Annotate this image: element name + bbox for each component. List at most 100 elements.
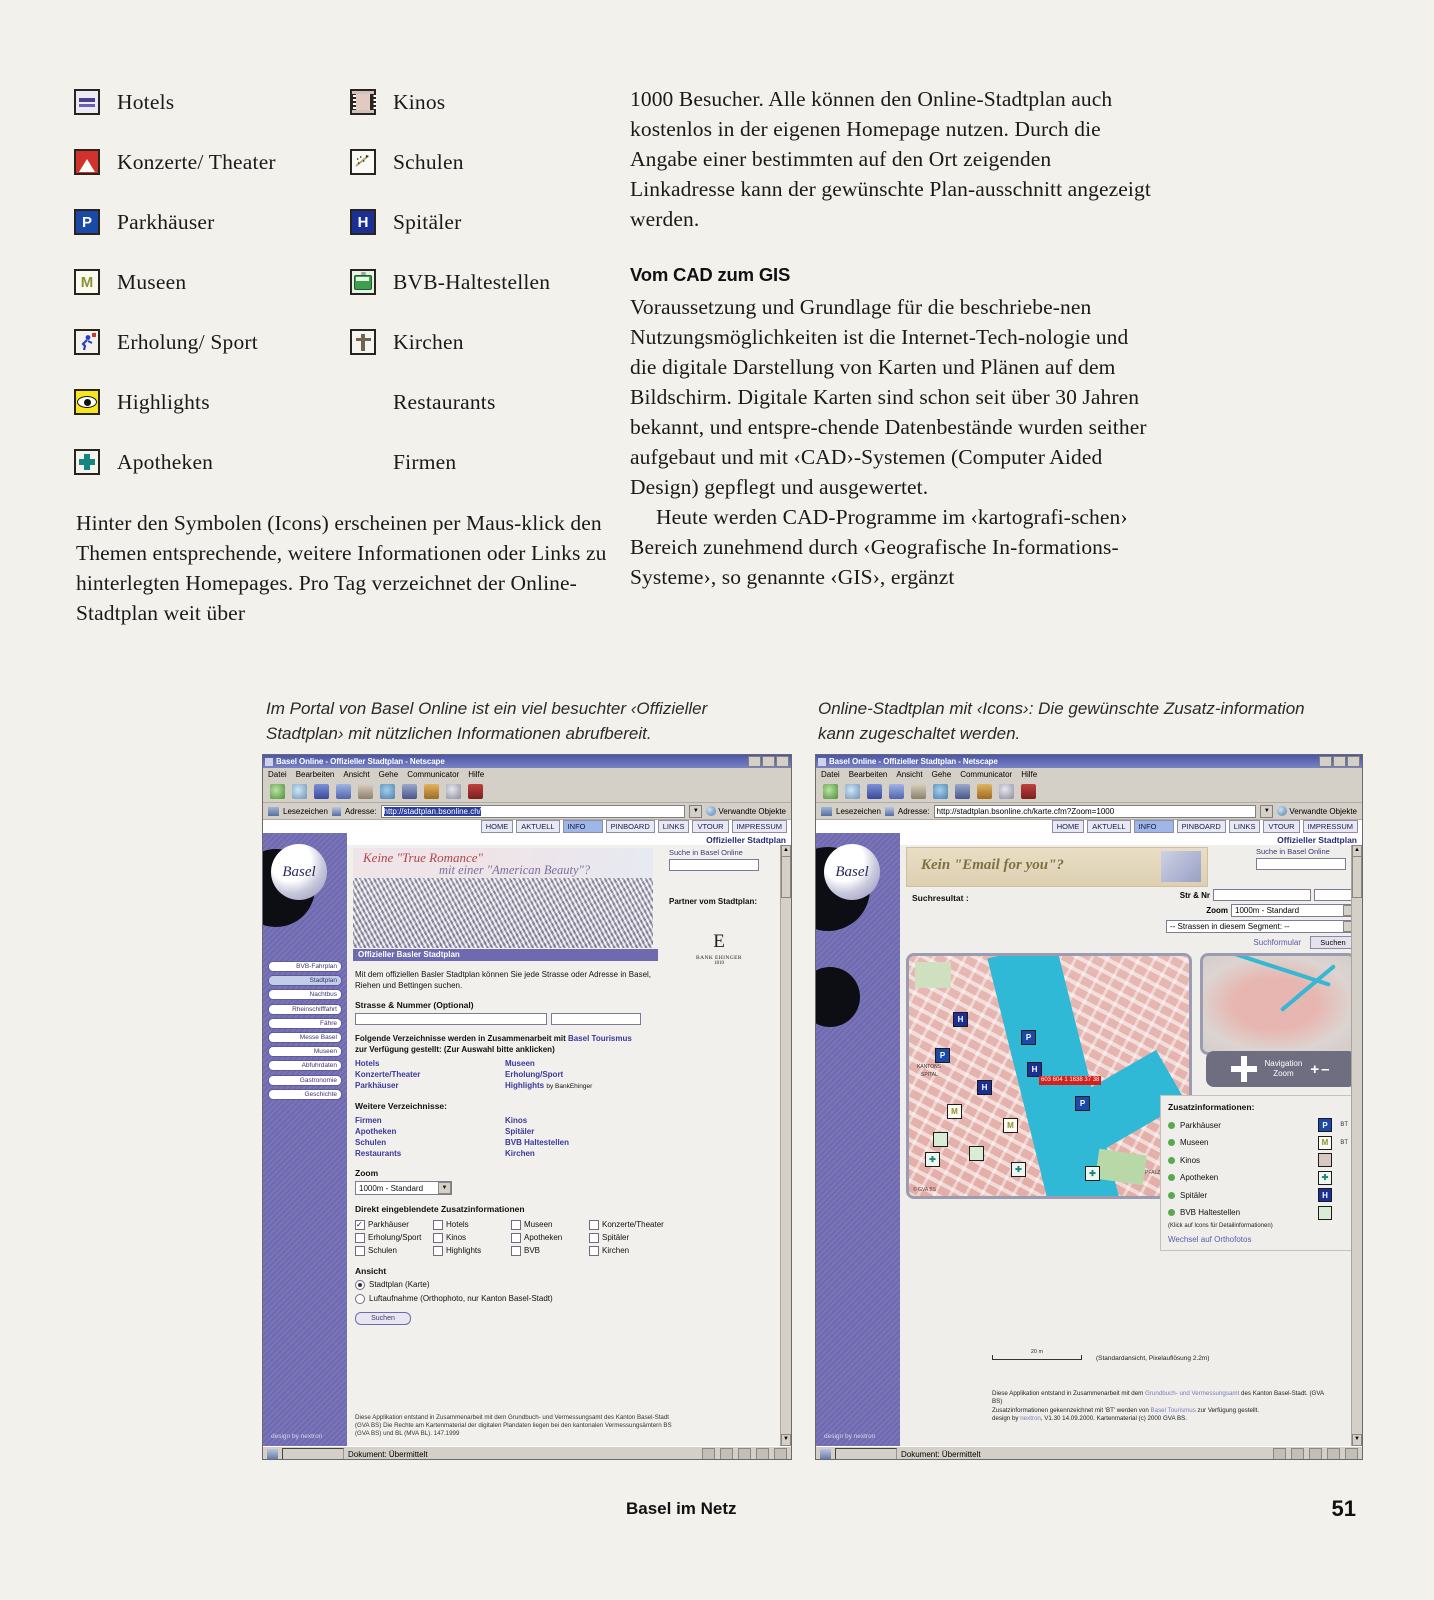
nav-info[interactable]: INFO: [1133, 820, 1174, 833]
security-lock-icon[interactable]: [977, 784, 992, 799]
link-spitaeler[interactable]: Spitäler: [505, 1126, 655, 1137]
checkbox-konzerte-theater[interactable]: Konzerte/Theater: [589, 1218, 670, 1231]
zoom-in-button[interactable]: +: [1310, 1061, 1321, 1078]
reload-icon[interactable]: [867, 784, 882, 799]
segment-select[interactable]: -- Strassen in diesem Segment: --: [1166, 920, 1356, 933]
checkbox-box[interactable]: [511, 1245, 521, 1256]
nav-links[interactable]: LINKS: [657, 820, 690, 833]
checkbox-box[interactable]: [511, 1219, 521, 1230]
checkbox-box[interactable]: [511, 1232, 521, 1243]
netscape-guide-icon[interactable]: [933, 784, 948, 799]
mail-icon[interactable]: [702, 1448, 715, 1459]
map-pharmacy-icon[interactable]: ✚: [1085, 1166, 1100, 1181]
bookmarks-label[interactable]: Lesezeichen: [283, 807, 328, 816]
stop-icon[interactable]: [468, 784, 483, 799]
mail-icon[interactable]: [1273, 1448, 1286, 1459]
menu-gehe[interactable]: Gehe: [379, 770, 399, 779]
window-buttons[interactable]: [748, 756, 789, 767]
menu-datei[interactable]: Datei: [821, 770, 840, 779]
checkbox-box[interactable]: [589, 1232, 599, 1243]
netscape-guide-icon[interactable]: [380, 784, 395, 799]
nav-home[interactable]: HOME: [1051, 820, 1085, 833]
sidebar-item-faehre[interactable]: Fähre: [268, 1017, 342, 1029]
composer-icon[interactable]: [1327, 1448, 1340, 1459]
security-icon[interactable]: [1345, 1448, 1358, 1459]
menu-hilfe[interactable]: Hilfe: [468, 770, 484, 779]
shop-icon[interactable]: [446, 784, 461, 799]
scroll-thumb[interactable]: [781, 856, 791, 898]
sidebar-item-abfuhrdaten[interactable]: Abfuhrdaten: [268, 1060, 342, 1072]
advertising-banner[interactable]: Keine "True Romance" mit einer "American…: [353, 848, 653, 878]
checkbox-kirchen[interactable]: Kirchen: [589, 1244, 670, 1257]
link-kirchen[interactable]: Kirchen: [505, 1148, 655, 1159]
address-book-icon[interactable]: [1309, 1448, 1322, 1459]
nav-aktuell[interactable]: AKTUELL: [1087, 820, 1131, 833]
search-form-link[interactable]: Suchformular: [1253, 938, 1301, 947]
newsgroup-icon[interactable]: [1291, 1448, 1304, 1459]
city-map[interactable]: H P P H H M M ✚ ✚ ✚ P 603 604 1 1638 37 …: [906, 953, 1192, 1199]
sidebar-item-stadtplan[interactable]: Stadtplan: [268, 975, 342, 987]
checkbox-apotheken[interactable]: Apotheken: [511, 1231, 589, 1244]
map-museum-m-icon[interactable]: M: [947, 1104, 962, 1119]
tram-icon[interactable]: [1318, 1205, 1332, 1220]
home-icon[interactable]: [336, 784, 351, 799]
map-hospital-h-icon[interactable]: H: [977, 1080, 992, 1095]
bookmark-icon[interactable]: [821, 806, 832, 816]
extra-item-spitaeler[interactable]: Spitäler H: [1168, 1188, 1348, 1202]
stop-icon[interactable]: [1021, 784, 1036, 799]
shop-icon[interactable]: [999, 784, 1014, 799]
sidebar-item-rheinschifffahrt[interactable]: Rheinschifffahrt: [268, 1003, 342, 1015]
link-parkhaeuser[interactable]: Parkhäuser: [355, 1080, 505, 1091]
parking-p-icon[interactable]: P: [1318, 1118, 1332, 1132]
hospital-h-icon[interactable]: H: [1318, 1188, 1332, 1202]
checkbox-box[interactable]: [355, 1232, 365, 1243]
checkbox-box[interactable]: [433, 1219, 443, 1230]
newsgroup-icon[interactable]: [720, 1448, 733, 1459]
bookmark-icon[interactable]: [268, 806, 279, 816]
bookmarks-label[interactable]: Lesezeichen: [836, 807, 881, 816]
radio-button[interactable]: [355, 1293, 365, 1304]
address-book-icon[interactable]: [738, 1448, 751, 1459]
link-kinos[interactable]: Kinos: [505, 1115, 655, 1126]
link-museen[interactable]: Museen: [505, 1058, 655, 1069]
checkbox-bvb[interactable]: BVB: [511, 1244, 589, 1257]
menu-datei[interactable]: Datei: [268, 770, 287, 779]
map-pharmacy-icon[interactable]: ✚: [1011, 1162, 1026, 1177]
nav-pinboard[interactable]: PINBOARD: [1176, 820, 1226, 833]
site-search-input[interactable]: [1256, 858, 1346, 870]
link-schulen[interactable]: Schulen: [355, 1137, 505, 1148]
menu-bearbeiten[interactable]: Bearbeiten: [296, 770, 335, 779]
forward-icon[interactable]: [292, 784, 307, 799]
nav-vtour[interactable]: VTOUR: [692, 820, 729, 833]
nav-impressum[interactable]: IMPRESSUM: [731, 820, 787, 833]
sidebar-item-gastronomie[interactable]: Gastronomie: [268, 1074, 342, 1086]
submit-search-button[interactable]: Suchen: [355, 1312, 411, 1325]
map-parking-p-icon[interactable]: P: [935, 1048, 950, 1063]
nav-links[interactable]: LINKS: [1228, 820, 1261, 833]
reload-icon[interactable]: [314, 784, 329, 799]
extra-item-museen[interactable]: Museen M BT: [1168, 1135, 1348, 1150]
map-hospital-h-icon[interactable]: H: [953, 1012, 968, 1027]
search-icon[interactable]: [358, 784, 373, 799]
security-lock-icon[interactable]: [424, 784, 439, 799]
link-highlights[interactable]: Highlights by BankEhinger: [505, 1080, 655, 1092]
site-search-input[interactable]: [669, 859, 759, 871]
gva-link[interactable]: Grundbuch- und Vermessungsamt: [1145, 1390, 1239, 1397]
related-objects[interactable]: Verwandte Objekte: [706, 806, 786, 816]
close-button[interactable]: [1347, 756, 1360, 767]
link-firmen[interactable]: Firmen: [355, 1115, 505, 1126]
number-input[interactable]: [551, 1013, 641, 1025]
map-parking-p-icon[interactable]: P: [1075, 1096, 1090, 1111]
sidebar-item-nachtbus[interactable]: Nachtbus: [268, 989, 342, 1001]
zoom-select[interactable]: 1000m - Standard ▼: [355, 1181, 452, 1195]
zoom-controls[interactable]: +–: [1310, 1061, 1331, 1078]
advertising-banner[interactable]: Kein "Email for you"?: [906, 847, 1208, 887]
window-buttons[interactable]: [1319, 756, 1360, 767]
checkbox-box[interactable]: [433, 1232, 443, 1243]
maximize-button[interactable]: [762, 756, 775, 767]
scroll-down-button[interactable]: ▼: [1352, 1434, 1362, 1446]
sidebar-item-bvb-fahrplan[interactable]: BVB-Fahrplan: [268, 961, 342, 972]
nav-aktuell[interactable]: AKTUELL: [516, 820, 560, 833]
street-input[interactable]: [355, 1013, 547, 1025]
menu-bearbeiten[interactable]: Bearbeiten: [849, 770, 888, 779]
